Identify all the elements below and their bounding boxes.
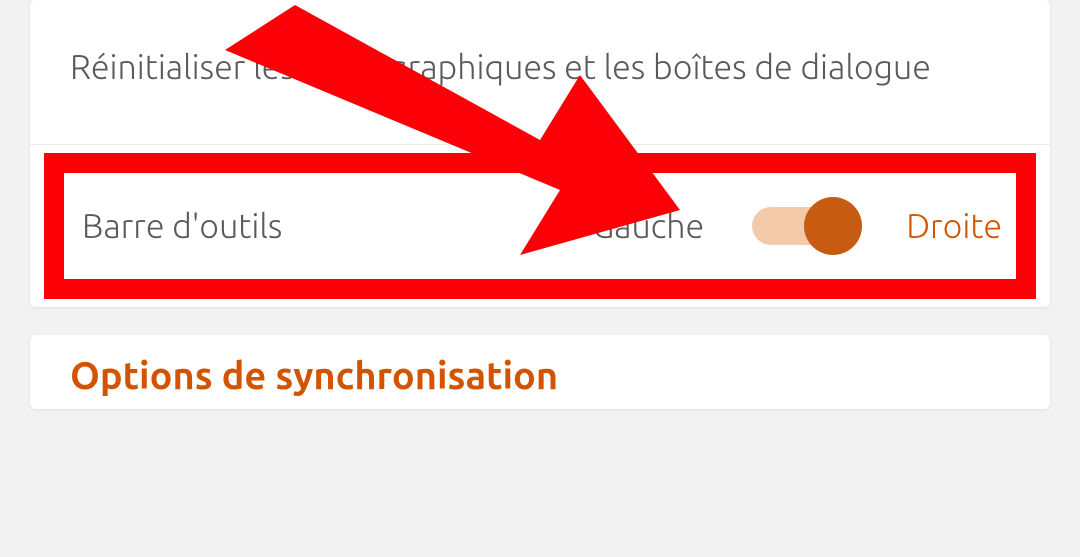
settings-card-top: Réinitialiser les aides graphiques et le… [30, 0, 1050, 307]
reset-graphics-row[interactable]: Réinitialiser les aides graphiques et le… [30, 0, 1050, 145]
toolbar-position-wrap: Barre d'outils Gauche Droite [30, 145, 1050, 307]
toggle-knob [804, 197, 862, 255]
toolbar-option-left: Gauche [592, 207, 704, 245]
reset-graphics-label: Réinitialiser les aides graphiques et le… [70, 48, 931, 86]
sync-options-card: Options de synchronisation [30, 335, 1050, 409]
toolbar-label: Barre d'outils [82, 207, 282, 245]
sync-options-title: Options de synchronisation [30, 335, 1050, 409]
toolbar-position-row: Barre d'outils Gauche Droite [34, 145, 1046, 307]
toolbar-option-right: Droite [906, 207, 1002, 245]
toolbar-position-toggle[interactable] [752, 207, 852, 245]
